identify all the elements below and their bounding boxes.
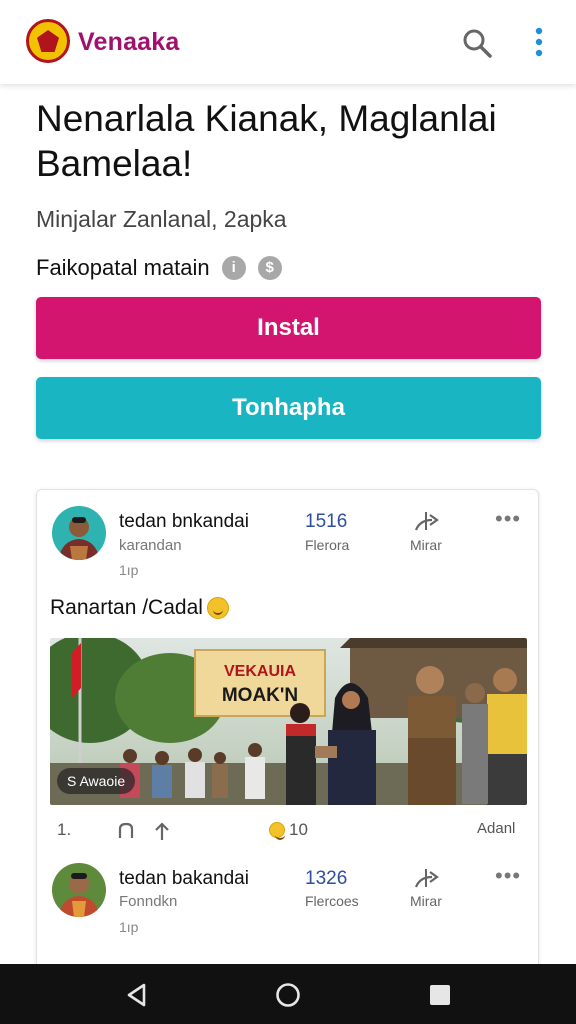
article-meta: Faikopatal matain i $: [36, 254, 282, 282]
post-count: 1326: [305, 868, 348, 889]
post-time: 1ıp: [119, 562, 139, 578]
post-author-name[interactable]: tedan bakandai: [119, 868, 249, 890]
post-author-subtitle: Fonndkn: [119, 893, 178, 910]
top-app-bar: Venaaka: [0, 0, 576, 84]
reaction-count: 10: [289, 820, 308, 839]
post-time: 1ıp: [119, 919, 139, 935]
meta-text: Faikopatal matain: [36, 255, 210, 280]
post-count-label: Flercoes: [305, 893, 359, 909]
post-count-label: Flerora: [305, 537, 350, 553]
comment-count[interactable]: 1.: [57, 820, 71, 840]
avatar[interactable]: [52, 506, 106, 560]
share-icon[interactable]: [410, 510, 446, 534]
post-author-name[interactable]: tedan bnkandai: [119, 511, 249, 533]
recents-icon[interactable]: [427, 982, 453, 1008]
back-icon[interactable]: [124, 982, 150, 1008]
photo-tag[interactable]: S Awaoie: [57, 768, 136, 794]
more-horiz-icon[interactable]: •••: [495, 506, 521, 532]
more-vert-icon[interactable]: [524, 24, 554, 60]
feed-post: tedan bakandai Fonndkn 1ıp 1326 Flercoes…: [37, 860, 538, 968]
post-caption: Ranartan /Cadal: [50, 596, 229, 620]
reactions[interactable]: 10: [269, 820, 308, 840]
brand-name: Venaaka: [78, 28, 180, 56]
feed-post: tedan bnkandai karandan 1ıp 1516 Flerora…: [37, 490, 538, 860]
share-icon[interactable]: [410, 867, 446, 891]
post-caption-text: Ranartan /Cadal: [50, 596, 203, 619]
upvote-icon[interactable]: [152, 822, 172, 842]
info-icon[interactable]: i: [221, 256, 246, 280]
laugh-emoji-icon: [269, 822, 285, 840]
post-action-label[interactable]: Mirar: [410, 893, 442, 909]
post-actions: 1. 10 Adanl: [37, 820, 538, 846]
comment-icon[interactable]: [117, 822, 135, 842]
smile-emoji-icon: [206, 597, 229, 619]
post-count: 1516: [305, 511, 348, 532]
home-icon[interactable]: [275, 982, 301, 1008]
app-screen: Venaaka Nenarlala Kianak, Maglanlai Bame…: [0, 0, 576, 1024]
more-horiz-icon[interactable]: •••: [495, 863, 521, 889]
svg-text:VEKAUIA: VEKAUIA: [224, 663, 296, 680]
feed-card: tedan bnkandai karandan 1ıp 1516 Flerora…: [36, 489, 539, 969]
article-subtitle: Minjalar Zanlanal, 2apka: [36, 206, 287, 232]
article-headline: Nenarlala Kianak, Maglanlai Bamelaa!: [36, 98, 497, 184]
post-author-subtitle: karandan: [119, 537, 182, 554]
install-button[interactable]: Instal: [36, 297, 541, 359]
secondary-button[interactable]: Tonhapha: [36, 377, 541, 439]
settings-icon[interactable]: $: [257, 256, 282, 280]
system-nav-bar: [0, 964, 576, 1024]
logo-emblem-shape: [37, 30, 59, 52]
add-action[interactable]: Adanl: [477, 820, 515, 837]
avatar[interactable]: [52, 863, 106, 917]
search-icon[interactable]: [460, 26, 494, 60]
svg-text:MOAK'N: MOAK'N: [222, 685, 298, 706]
post-action-label[interactable]: Mirar: [410, 537, 442, 553]
logo-emblem[interactable]: [26, 19, 70, 63]
